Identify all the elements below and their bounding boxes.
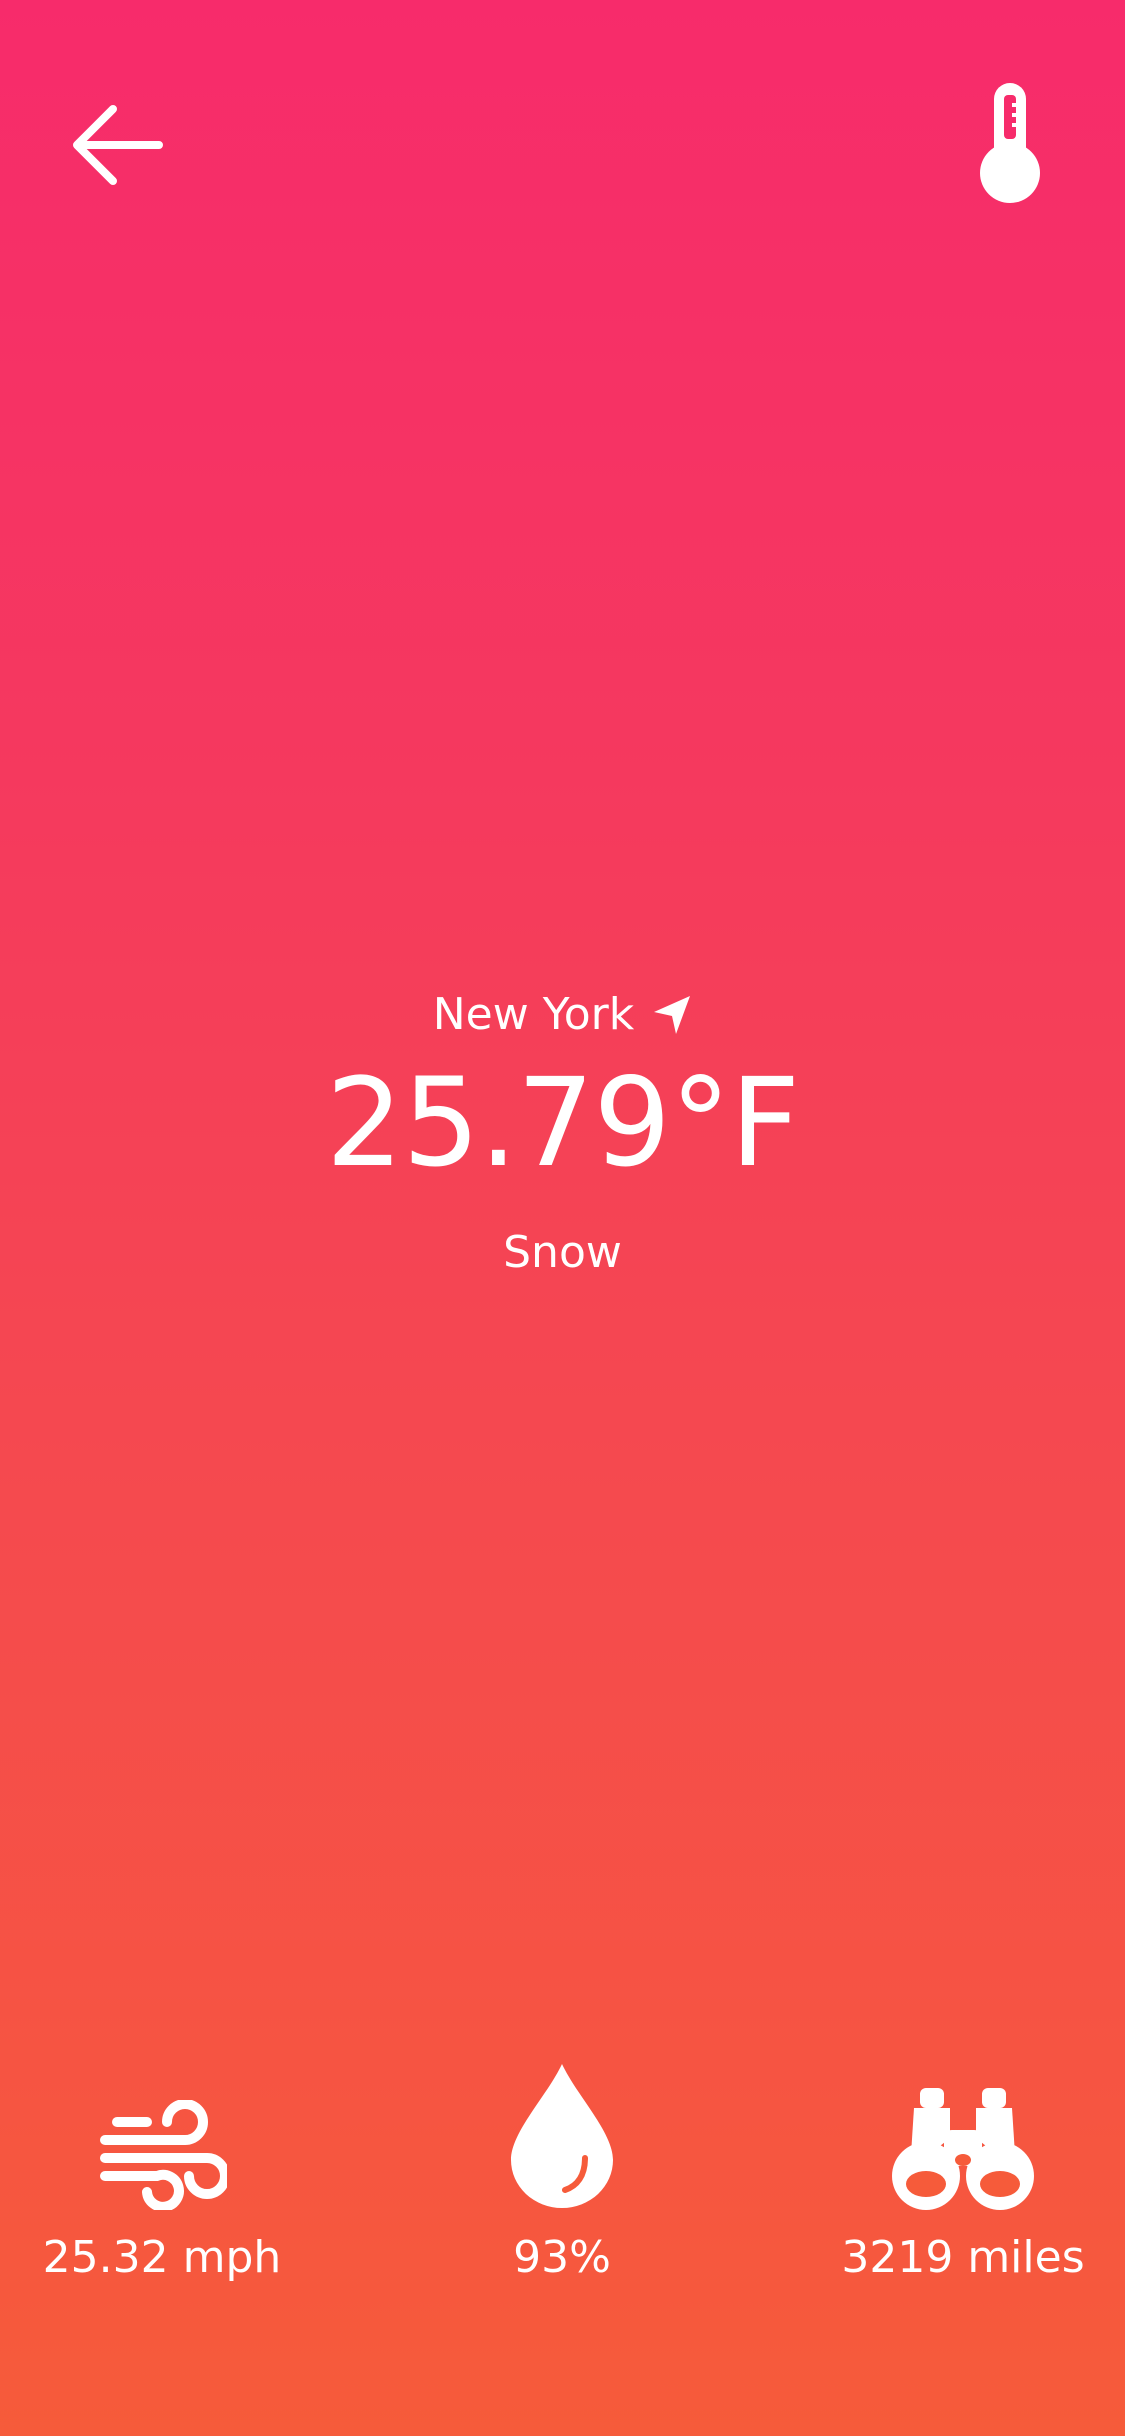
binoculars-icon: [892, 2088, 1034, 2210]
arrow-left-icon: [73, 105, 163, 185]
wind-stat: 25.32 mph: [0, 2070, 332, 2288]
temperature-unit-button[interactable]: [960, 78, 1060, 208]
back-button[interactable]: [62, 90, 172, 200]
water-drop-icon: [511, 2064, 613, 2208]
city-name: New York: [432, 989, 635, 1040]
location: New York: [433, 985, 692, 1045]
humidity-value: 93%: [513, 2232, 611, 2283]
temperature: 25.79°F: [325, 1052, 800, 1194]
current-weather: New York 25.79°F Snow: [0, 985, 1125, 1283]
humidity-stat: 93%: [392, 2064, 732, 2288]
wind-speed: 25.32 mph: [42, 2232, 282, 2283]
visibility-stat: 3219 miles: [793, 2070, 1125, 2288]
weather-screen: New York 25.79°F Snow 25.32 mph 93% 3219…: [0, 0, 1125, 2436]
visibility-value: 3219 miles: [841, 2232, 1085, 2283]
weather-condition: Snow: [503, 1227, 622, 1278]
thermometer-icon: [980, 83, 1040, 203]
location-arrow-icon: [654, 996, 691, 1034]
wind-icon: [100, 2100, 227, 2210]
